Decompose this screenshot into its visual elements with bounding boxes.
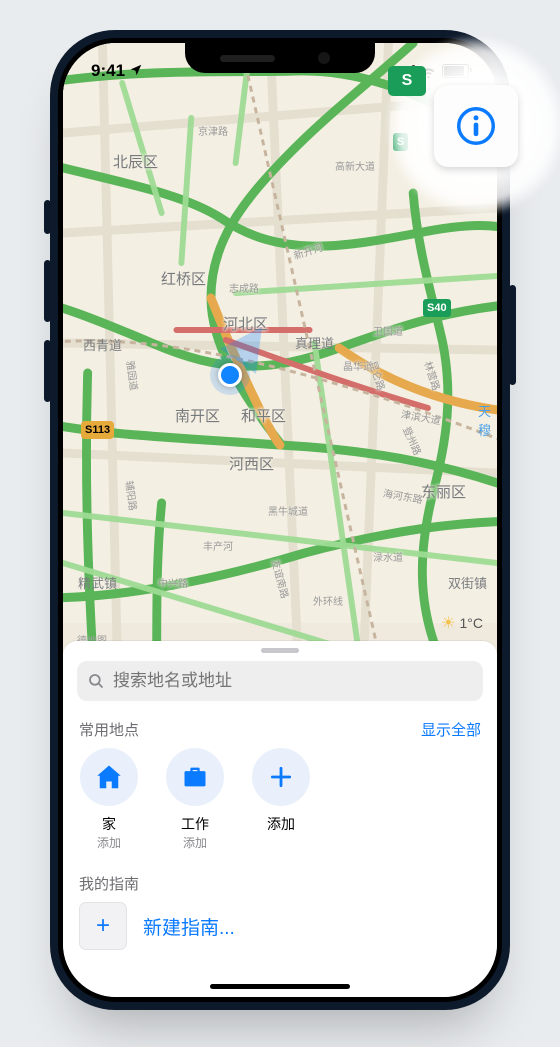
device-frame: 9:41 xyxy=(50,30,510,1010)
sheet-grabber[interactable] xyxy=(261,648,299,653)
favorite-add[interactable]: 添加 xyxy=(251,748,311,851)
new-guide-row[interactable]: + 新建指南... xyxy=(79,902,481,950)
road-label: 渌水道 xyxy=(373,549,403,564)
road-label: 中兴路 xyxy=(158,575,188,590)
town-label: 精武镇 xyxy=(78,573,117,592)
briefcase-icon xyxy=(166,748,224,806)
favorite-work[interactable]: 工作 添加 xyxy=(165,748,225,851)
favorite-sublabel: 添加 xyxy=(97,834,121,851)
favorite-label: 添加 xyxy=(267,814,295,834)
location-services-icon xyxy=(129,63,143,80)
favorites-heading: 常用地点 xyxy=(79,719,139,740)
search-icon xyxy=(87,672,105,690)
route-shield: S113 xyxy=(81,421,114,439)
notch xyxy=(185,43,375,73)
favorite-label: 家 xyxy=(102,814,116,834)
search-field[interactable] xyxy=(77,661,483,701)
road-label: 志成路 xyxy=(229,280,259,295)
search-input[interactable] xyxy=(111,670,473,692)
screen: 9:41 xyxy=(63,43,497,997)
battery-icon xyxy=(442,64,469,78)
favorite-label: 工作 xyxy=(181,814,209,834)
road-label: 西青道 xyxy=(83,335,122,354)
weather-temp: 1°C xyxy=(460,615,484,631)
road-label: 卫国道 xyxy=(373,323,403,338)
road-label: 黑牛城道 xyxy=(268,503,308,518)
map-canvas[interactable]: 北辰区 红桥区 河北区 南开区 和平区 河西区 东丽区 西青道 真理道 精武镇 … xyxy=(63,43,497,653)
route-shield: S xyxy=(393,133,408,151)
district-label: 东丽区 xyxy=(421,481,466,502)
status-time: 9:41 xyxy=(91,61,125,81)
show-all-link[interactable]: 显示全部 xyxy=(421,719,481,740)
road-label: 京津路 xyxy=(198,123,228,138)
town-label: 天穆 xyxy=(478,401,497,439)
district-label: 红桥区 xyxy=(161,268,206,289)
new-guide-label: 新建指南... xyxy=(143,913,235,940)
wifi-icon xyxy=(420,63,437,80)
new-guide-plus-icon: + xyxy=(79,902,127,950)
favorite-home[interactable]: 家 添加 xyxy=(79,748,139,851)
bottom-sheet[interactable]: 常用地点 显示全部 家 添加 工作 xyxy=(63,641,497,997)
district-label: 北辰区 xyxy=(113,151,158,172)
plus-icon xyxy=(252,748,310,806)
district-label: 河西区 xyxy=(229,453,274,474)
favorites-row: 家 添加 工作 添加 添加 xyxy=(79,748,481,851)
home-icon xyxy=(80,748,138,806)
guides-heading: 我的指南 xyxy=(79,873,481,894)
town-label: 双街镇 xyxy=(448,573,487,592)
road-label: 高新大道 xyxy=(335,158,375,173)
sun-icon: ☀︎ xyxy=(441,613,455,633)
cellular-icon xyxy=(395,65,415,77)
district-label: 南开区 xyxy=(175,405,220,426)
user-location-dot xyxy=(218,363,242,387)
favorite-sublabel: 添加 xyxy=(183,834,207,851)
home-indicator[interactable] xyxy=(210,984,350,989)
route-shield: S40 xyxy=(423,299,451,317)
road-label: 真理道 xyxy=(295,333,334,352)
weather-chip[interactable]: ☀︎ 1°C xyxy=(441,613,483,633)
district-label: 和平区 xyxy=(241,405,286,426)
road-label: 外环线 xyxy=(313,593,343,608)
road-label: 丰产河 xyxy=(203,538,233,553)
